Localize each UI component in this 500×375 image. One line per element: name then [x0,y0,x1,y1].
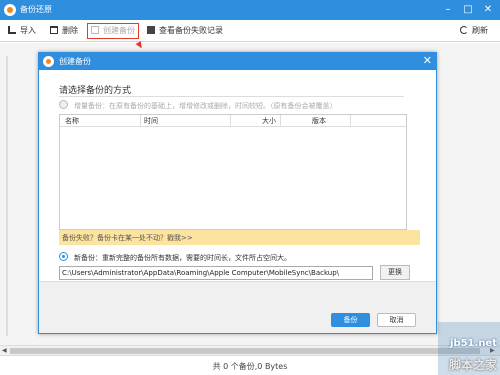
window-title: 备份还原 [20,5,52,14]
delete-label: 删除 [62,26,78,35]
watermark: jb51.net 脚本之家 [441,336,497,372]
incremental-backup-radio[interactable] [59,100,68,109]
status-bar: 共 0 个备份,0 Bytes [0,355,500,375]
toolbar: 导入 删除 创建备份 查看备份失败记录 刷新 [0,20,500,42]
backup-button[interactable]: 备份 [331,313,370,327]
view-failure-log-label: 查看备份失败记录 [159,26,223,35]
incremental-backup-label: 增量备份：在原有备份的基础上，增增修改或删除，时间较短。（原有备份会被覆盖） [74,102,337,110]
dialog-body: 请选择备份的方式 增量备份：在原有备份的基础上，增增修改或删除，时间较短。（原有… [39,70,436,281]
left-divider [6,56,8,336]
column-name: 名称 [65,117,79,125]
column-time: 时间 [144,117,158,125]
window-titlebar: 备份还原 – □ ✕ [0,0,500,20]
change-path-button[interactable]: 更换 [380,265,410,280]
warning-text: 备份失败？备份卡在某一处不动？戳我>> [62,234,193,242]
heading-divider [59,96,404,97]
minimize-icon[interactable]: – [438,0,458,20]
trash-icon [50,26,58,34]
create-backup-button[interactable]: 创建备份 [87,23,139,39]
dialog-titlebar: 创建备份 ✕ [39,53,436,70]
cancel-button[interactable]: 取消 [377,313,416,327]
create-backup-icon [91,26,99,34]
horizontal-scrollbar[interactable]: ◀ ▶ [0,345,500,355]
watermark-domain: jb51.net [450,338,497,349]
column-version: 版本 [312,117,326,125]
scrollbar-thumb[interactable] [10,348,480,354]
backup-method-heading: 请选择备份的方式 [59,86,132,96]
refresh-button[interactable]: 刷新 [460,24,488,38]
scroll-left-icon[interactable]: ◀ [2,347,7,354]
backup-path-field[interactable]: C:\Users\Administrator\AppData\Roaming\A… [59,266,373,280]
existing-backups-table: 名称 时间 大小 版本 [59,114,407,230]
table-header: 名称 时间 大小 版本 [60,115,406,127]
import-icon [8,26,16,34]
refresh-icon [460,26,468,34]
watermark-brand: 脚本之家 [448,358,497,372]
create-backup-dialog: 创建备份 ✕ 请选择备份的方式 增量备份：在原有备份的基础上，增增修改或删除，时… [38,52,437,334]
delete-button[interactable]: 删除 [50,24,78,38]
log-icon [147,26,155,34]
close-icon[interactable]: ✕ [478,0,498,20]
dialog-logo-icon [43,56,54,67]
dialog-title: 创建备份 [59,57,91,66]
import-button[interactable]: 导入 [8,24,36,38]
app-logo-icon [4,4,16,16]
create-backup-label: 创建备份 [103,26,135,35]
refresh-label: 刷新 [472,26,488,35]
new-backup-label: 新备份：重新完整的备份所有数据，需要的时间长，文件所占空间大。 [74,254,291,262]
import-label: 导入 [20,26,36,35]
dialog-close-icon[interactable]: ✕ [423,54,432,67]
new-backup-radio[interactable] [59,252,68,261]
backup-count-status: 共 0 个备份,0 Bytes [212,362,288,371]
dialog-footer: 备份 取消 [39,281,436,333]
column-size: 大小 [262,117,276,125]
view-failure-log-button[interactable]: 查看备份失败记录 [147,24,223,38]
backup-failure-help-link[interactable]: 备份失败？备份卡在某一处不动？戳我>> [59,230,420,245]
maximize-icon[interactable]: □ [458,0,478,20]
